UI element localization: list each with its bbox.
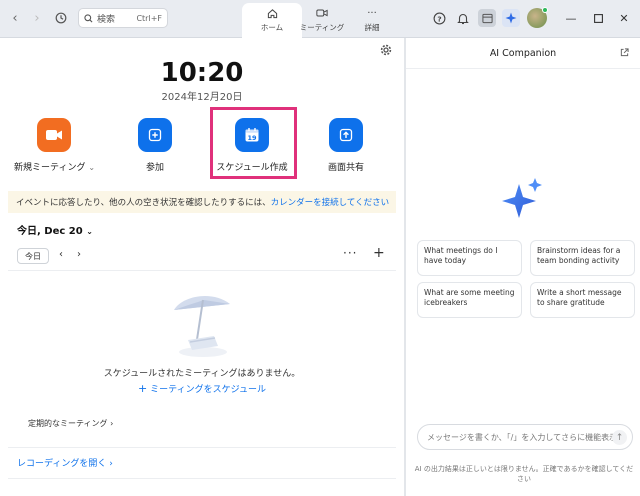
calendar-banner: イベントに応答したり、他の人の空き状況を確認したりするには、 カレンダーを接続して… bbox=[8, 191, 396, 213]
divider bbox=[8, 447, 396, 448]
forward-icon[interactable]: › bbox=[28, 9, 46, 27]
banner-text: イベントに応答したり、他の人の空き状況を確認したりするには、 bbox=[16, 198, 271, 208]
minimize-icon[interactable]: — bbox=[562, 9, 580, 27]
close-icon[interactable]: ✕ bbox=[615, 9, 633, 27]
schedule-meeting-link-label: ミーティングをスケジュール bbox=[150, 385, 266, 395]
suggestion-card[interactable]: Write a short message to share gratitude bbox=[530, 282, 635, 318]
suggestion-card[interactable]: What meetings do I have today bbox=[417, 240, 522, 276]
recurring-meetings-label: 定期的なミーティング bbox=[28, 419, 108, 428]
online-status-dot bbox=[542, 7, 548, 13]
join-button[interactable]: 参加 bbox=[115, 118, 195, 173]
send-icon[interactable]: ↑ bbox=[612, 430, 627, 445]
open-recordings-label: レコーディングを開く bbox=[17, 459, 107, 469]
divider bbox=[406, 68, 640, 69]
next-day-icon[interactable]: › bbox=[77, 249, 81, 260]
add-icon[interactable]: + bbox=[373, 245, 385, 261]
ai-companion-icon[interactable] bbox=[502, 9, 520, 27]
today-button[interactable]: 今日 bbox=[17, 248, 49, 264]
search-input[interactable]: 検索 Ctrl+F bbox=[78, 8, 168, 28]
share-screen-label: 画面共有 bbox=[327, 163, 364, 173]
back-icon[interactable]: ‹ bbox=[6, 9, 24, 27]
open-recordings-link[interactable]: レコーディングを開く › bbox=[17, 456, 113, 469]
today-label: 今日, Dec 20 bbox=[17, 226, 83, 237]
camera-icon bbox=[316, 8, 328, 20]
popout-icon[interactable] bbox=[620, 48, 629, 60]
chevron-right-icon: › bbox=[110, 419, 114, 428]
tab-more[interactable]: ··· 詳細 bbox=[342, 3, 402, 38]
more-options-icon[interactable]: ··· bbox=[343, 246, 357, 260]
calendar-toolbar: 今日 ‹ › ··· + bbox=[17, 245, 387, 266]
notification-bell-icon[interactable] bbox=[454, 9, 472, 27]
home-panel: 10:20 2024年12月20日 新規ミーティング ⌄ 参加 19 スケジュー… bbox=[0, 38, 404, 496]
video-camera-icon bbox=[37, 118, 71, 152]
join-label: 参加 bbox=[145, 163, 164, 173]
empty-state-text: スケジュールされたミーティングはありません。 bbox=[103, 369, 301, 379]
schedule-meeting-link[interactable]: + ミーティングをスケジュール bbox=[0, 382, 404, 395]
schedule-highlight-frame bbox=[210, 107, 297, 179]
beach-umbrella-illustration bbox=[168, 288, 238, 363]
ai-companion-title: AI Companion bbox=[489, 48, 557, 59]
clock-time: 10:20 bbox=[160, 58, 244, 88]
svg-text:?: ? bbox=[437, 14, 441, 23]
new-meeting-button[interactable]: 新規ミーティング ⌄ bbox=[14, 118, 95, 173]
divider bbox=[8, 478, 396, 479]
clock-date: 2024年12月20日 bbox=[161, 92, 243, 103]
avatar[interactable] bbox=[527, 7, 548, 28]
ai-disclaimer: AI の出力結果は正しいとは限りません。正確であるかを確認してください bbox=[414, 465, 634, 483]
history-icon[interactable] bbox=[52, 9, 70, 27]
divider bbox=[8, 270, 396, 271]
plus-icon bbox=[138, 118, 172, 152]
share-screen-icon bbox=[329, 118, 363, 152]
search-icon bbox=[84, 13, 93, 22]
chevron-down-icon[interactable]: ⌄ bbox=[88, 163, 95, 172]
help-icon[interactable]: ? bbox=[430, 9, 448, 27]
chevron-down-icon: ⌄ bbox=[86, 227, 93, 236]
settings-gear-icon[interactable] bbox=[380, 44, 392, 59]
maximize-icon[interactable] bbox=[589, 9, 607, 27]
suggestion-card[interactable]: Brainstorm ideas for a team bonding acti… bbox=[530, 240, 635, 276]
ai-message-placeholder: メッセージを書くか、「/」を入力してさらに機能表示 bbox=[427, 432, 618, 442]
tab-more-label: 詳細 bbox=[364, 23, 380, 32]
chevron-right-icon: › bbox=[109, 459, 113, 469]
tab-meetings-label: ミーティング bbox=[299, 23, 345, 32]
share-screen-button[interactable]: 画面共有 bbox=[306, 118, 386, 173]
ai-message-input[interactable]: メッセージを書くか、「/」を入力してさらに機能表示 ↑ bbox=[417, 424, 633, 450]
search-placeholder: 検索 bbox=[97, 14, 116, 25]
home-icon bbox=[267, 8, 278, 20]
ai-companion-panel: AI Companion What meetings do I have tod… bbox=[406, 38, 640, 496]
title-bar: ‹ › 検索 Ctrl+F ホーム ミーティング ··· 詳細 ? — ✕ bbox=[0, 0, 640, 38]
tab-home-label: ホーム bbox=[260, 23, 284, 32]
plus-icon: + bbox=[138, 382, 148, 395]
today-header[interactable]: 今日, Dec 20 ⌄ bbox=[17, 222, 93, 237]
more-icon: ··· bbox=[367, 8, 377, 19]
recurring-meetings-toggle[interactable]: 定期的なミーティング › bbox=[28, 418, 113, 429]
connect-calendar-link[interactable]: カレンダーを接続してください bbox=[271, 196, 390, 208]
search-shortcut: Ctrl+F bbox=[136, 13, 162, 23]
ai-sparkle-icon bbox=[502, 176, 544, 221]
previous-day-icon[interactable]: ‹ bbox=[59, 249, 63, 260]
suggestion-card[interactable]: What are some meeting icebreakers bbox=[417, 282, 522, 318]
new-meeting-label: 新規ミーティング bbox=[14, 163, 86, 173]
whiteboard-icon[interactable] bbox=[478, 9, 496, 27]
